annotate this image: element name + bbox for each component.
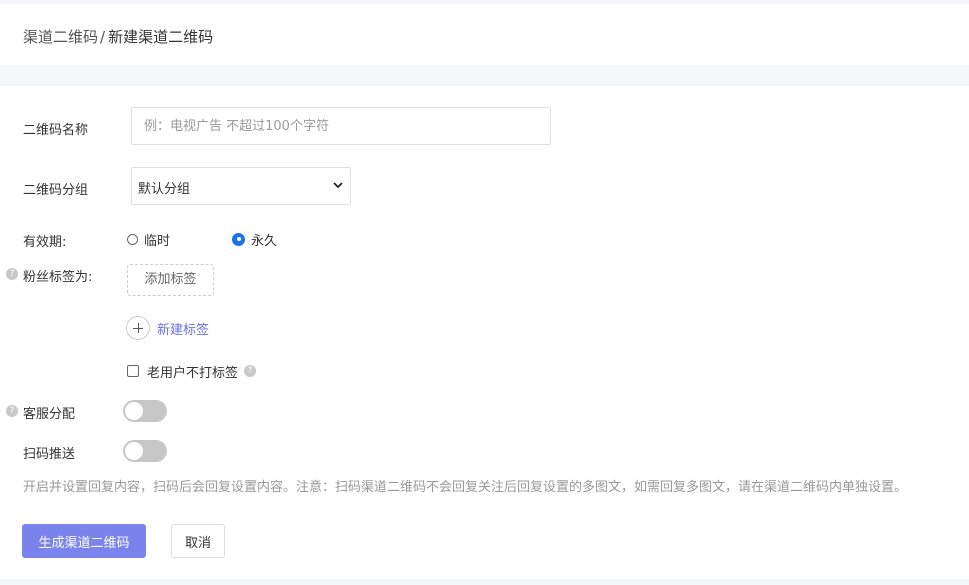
cancel-button[interactable]: 取消 bbox=[171, 524, 225, 558]
new-tag-label: 新建标签 bbox=[157, 322, 210, 338]
group-select[interactable]: 默认分组 bbox=[131, 167, 351, 205]
add-tag-button[interactable]: 添加标签 bbox=[127, 264, 214, 296]
old-user-no-tag-label: 老用户不打标签 bbox=[147, 365, 239, 381]
page-header: 渠道二维码 / 新建渠道二维码 bbox=[0, 4, 969, 65]
radio-permanent[interactable]: 永久 bbox=[232, 231, 278, 249]
help-icon[interactable]: ? bbox=[244, 365, 257, 377]
help-icon[interactable]: ? bbox=[6, 268, 18, 280]
breadcrumb-current: 新建渠道二维码 bbox=[108, 28, 214, 46]
form-panel: 二维码名称 二维码分组 默认分组 有效期: 临时 永久 ? 粉丝标签为: 添加标… bbox=[0, 86, 969, 579]
service-assign-toggle[interactable] bbox=[123, 400, 167, 422]
fan-tag-label: 粉丝标签为: bbox=[23, 270, 93, 285]
group-select-value: 默认分组 bbox=[138, 182, 191, 197]
breadcrumb-separator: / bbox=[100, 28, 106, 46]
radio-unchecked-icon bbox=[127, 233, 138, 245]
validity-label: 有效期: bbox=[23, 235, 67, 250]
scan-push-label: 扫码推送 bbox=[23, 447, 76, 462]
breadcrumb: 渠道二维码 / 新建渠道二维码 bbox=[23, 26, 213, 47]
name-input[interactable] bbox=[131, 107, 551, 145]
chevron-down-icon bbox=[333, 182, 343, 189]
old-user-no-tag-checkbox[interactable] bbox=[127, 365, 139, 377]
name-label: 二维码名称 bbox=[23, 123, 89, 138]
service-assign-label: 客服分配 bbox=[23, 407, 76, 422]
generate-qrcode-button[interactable]: 生成渠道二维码 bbox=[22, 524, 146, 558]
scan-push-toggle[interactable] bbox=[123, 440, 167, 462]
breadcrumb-parent[interactable]: 渠道二维码 bbox=[23, 28, 98, 46]
radio-permanent-label: 永久 bbox=[251, 233, 278, 249]
radio-temporary-label: 临时 bbox=[144, 233, 171, 249]
old-user-no-tag-row: 老用户不打标签 ? bbox=[127, 362, 257, 381]
radio-checked-icon bbox=[232, 232, 245, 246]
radio-temporary[interactable]: 临时 bbox=[127, 231, 171, 249]
help-icon[interactable]: ? bbox=[6, 405, 18, 417]
plus-circle-icon bbox=[126, 316, 150, 340]
toggle-knob bbox=[125, 402, 143, 420]
scan-push-note: 开启并设置回复内容，扫码后会回复设置内容。注意：扫码渠道二维码不会回复关注后回复… bbox=[23, 480, 908, 495]
toggle-knob bbox=[125, 442, 143, 460]
new-tag-button[interactable]: 新建标签 bbox=[126, 315, 209, 341]
group-label: 二维码分组 bbox=[23, 183, 89, 198]
